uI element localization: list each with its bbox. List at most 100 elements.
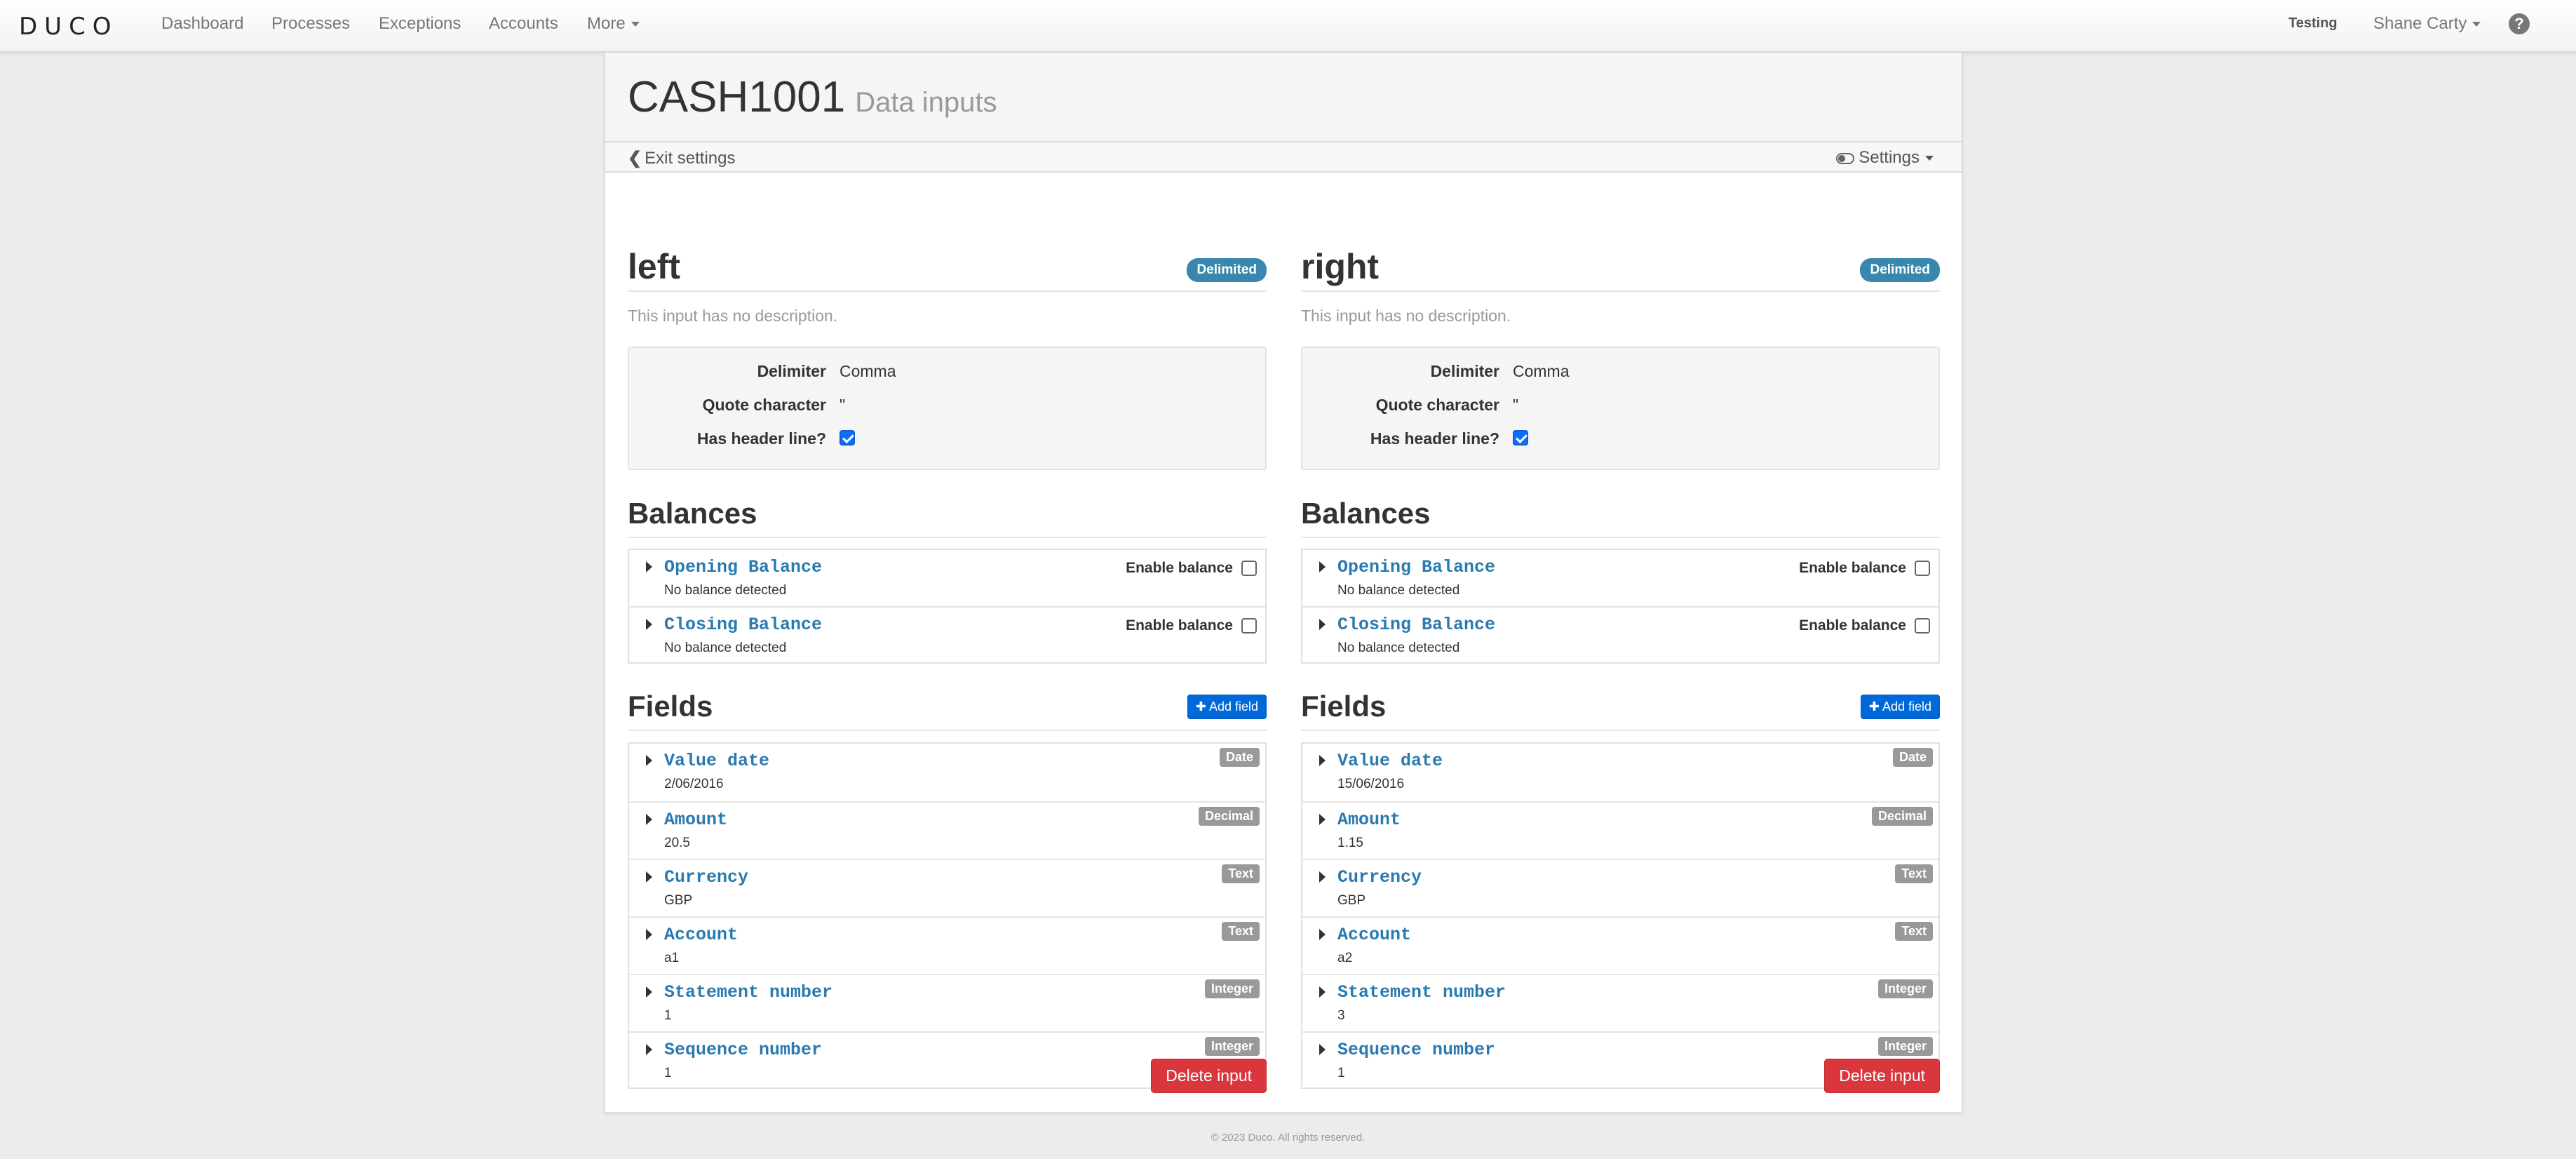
caret-right-icon[interactable] <box>646 561 652 572</box>
caret-right-icon[interactable] <box>1319 929 1326 940</box>
field-type-badge: Integer <box>1204 1037 1260 1056</box>
field-type-badge: Integer <box>1877 979 1933 998</box>
caret-right-icon[interactable] <box>1319 1044 1326 1055</box>
field-sample-value: 1 <box>664 1066 672 1080</box>
list-item[interactable]: Account a1 Text <box>629 916 1265 974</box>
caret-right-icon[interactable] <box>646 814 652 825</box>
field-name[interactable]: Statement number <box>664 982 832 1003</box>
enable-balance-checkbox[interactable] <box>1915 561 1930 576</box>
divider <box>1301 730 1940 731</box>
add-field-label: Add field <box>1882 699 1931 714</box>
caret-right-icon[interactable] <box>646 755 652 766</box>
field-type-badge: Integer <box>1204 979 1260 998</box>
fields-heading: Fields <box>628 690 713 723</box>
page-subtitle: Data inputs <box>855 87 997 118</box>
list-item[interactable]: Closing Balance No balance detected Enab… <box>629 606 1265 662</box>
field-sample-value: 1.15 <box>1337 836 1363 850</box>
delete-input-button[interactable]: Delete input <box>1151 1059 1267 1093</box>
add-field-label: Add field <box>1208 699 1258 714</box>
header-line-checkbox[interactable] <box>839 430 855 445</box>
settings-label: Settings <box>1859 148 1920 167</box>
add-field-button[interactable]: ✚ Add field <box>1860 695 1940 719</box>
field-name[interactable]: Sequence number <box>664 1040 822 1060</box>
header-line-label: Has header line? <box>1370 429 1499 448</box>
caret-down-icon <box>630 22 640 27</box>
format-badge: Delimited <box>1860 258 1940 282</box>
field-name[interactable]: Currency <box>664 867 748 887</box>
field-name[interactable]: Account <box>664 925 738 945</box>
nav-exceptions[interactable]: Exceptions <box>379 14 461 34</box>
nav-processes[interactable]: Processes <box>271 14 350 34</box>
caret-right-icon[interactable] <box>646 929 652 940</box>
list-item[interactable]: Value date 2/06/2016 Date <box>629 744 1265 801</box>
divider <box>628 537 1267 538</box>
caret-right-icon[interactable] <box>1319 755 1326 766</box>
list-item[interactable]: Currency GBP Text <box>629 859 1265 916</box>
list-item[interactable]: Opening Balance No balance detected Enab… <box>629 550 1265 606</box>
toggle-icon <box>1836 153 1855 164</box>
field-name[interactable]: Currency <box>1337 867 1422 887</box>
nav-accounts[interactable]: Accounts <box>489 14 558 34</box>
list-item[interactable]: Closing Balance No balance detected Enab… <box>1302 606 1938 662</box>
footer-copyright: © 2023 Duco. All rights reserved. <box>1211 1132 1365 1144</box>
balances-list: Opening Balance No balance detected Enab… <box>1301 549 1940 664</box>
field-name[interactable]: Value date <box>1337 751 1443 771</box>
field-sample-value: a1 <box>664 951 680 965</box>
list-item[interactable]: Amount 1.15 Decimal <box>1302 801 1938 859</box>
help-icon[interactable]: ? <box>2509 13 2530 34</box>
enable-balance-checkbox[interactable] <box>1241 618 1257 634</box>
settings-dropdown[interactable]: Settings <box>1836 148 1934 168</box>
balance-status: No balance detected <box>1337 641 1460 655</box>
list-item[interactable]: Statement number 3 Integer <box>1302 974 1938 1031</box>
balance-name[interactable]: Closing Balance <box>664 615 822 635</box>
delete-input-button[interactable]: Delete input <box>1824 1059 1940 1093</box>
caret-right-icon[interactable] <box>646 1044 652 1055</box>
enable-balance-checkbox[interactable] <box>1241 561 1257 576</box>
balance-status: No balance detected <box>1337 583 1460 598</box>
field-sample-value: GBP <box>1337 893 1366 908</box>
field-name[interactable]: Statement number <box>1337 982 1506 1003</box>
field-sample-value: 15/06/2016 <box>1337 777 1405 791</box>
caret-right-icon[interactable] <box>1319 871 1326 883</box>
field-name[interactable]: Value date <box>664 751 769 771</box>
field-type-badge: Date <box>1219 748 1260 767</box>
field-type-badge: Text <box>1222 864 1260 883</box>
duco-logo[interactable]: DUCO <box>19 13 119 41</box>
balance-name[interactable]: Opening Balance <box>1337 557 1495 577</box>
quote-value: " <box>839 396 846 414</box>
settings-toolbar: ❮ Exit settings Settings <box>605 141 1962 173</box>
list-item[interactable]: Statement number 1 Integer <box>629 974 1265 1031</box>
field-name[interactable]: Account <box>1337 925 1411 945</box>
divider <box>1301 537 1940 538</box>
balance-name[interactable]: Opening Balance <box>664 557 822 577</box>
enable-balance-checkbox[interactable] <box>1915 618 1930 634</box>
field-name[interactable]: Amount <box>1337 810 1401 830</box>
list-item[interactable]: Currency GBP Text <box>1302 859 1938 916</box>
field-type-badge: Decimal <box>1198 807 1260 826</box>
list-item[interactable]: Amount 20.5 Decimal <box>629 801 1265 859</box>
caret-right-icon[interactable] <box>646 871 652 883</box>
caret-right-icon[interactable] <box>1319 561 1326 572</box>
caret-right-icon[interactable] <box>646 619 652 630</box>
quote-label: Quote character <box>702 396 826 414</box>
field-name[interactable]: Amount <box>664 810 727 830</box>
environment-label: Testing <box>2288 15 2338 31</box>
caret-right-icon[interactable] <box>1319 986 1326 998</box>
divider <box>1301 290 1940 292</box>
balance-name[interactable]: Closing Balance <box>1337 615 1495 635</box>
exit-settings-link[interactable]: ❮ Exit settings <box>628 148 736 168</box>
list-item[interactable]: Account a2 Text <box>1302 916 1938 974</box>
add-field-button[interactable]: ✚ Add field <box>1187 695 1267 719</box>
nav-more-dropdown[interactable]: More <box>587 14 640 34</box>
caret-right-icon[interactable] <box>646 986 652 998</box>
list-item[interactable]: Value date 15/06/2016 Date <box>1302 744 1938 801</box>
caret-down-icon <box>2472 22 2481 27</box>
list-item[interactable]: Opening Balance No balance detected Enab… <box>1302 550 1938 606</box>
header-line-checkbox[interactable] <box>1513 430 1528 445</box>
field-sample-value: GBP <box>664 893 693 908</box>
user-menu-dropdown[interactable]: Shane Carty <box>2373 14 2481 34</box>
nav-dashboard[interactable]: Dashboard <box>161 14 243 34</box>
caret-right-icon[interactable] <box>1319 814 1326 825</box>
caret-right-icon[interactable] <box>1319 619 1326 630</box>
field-name[interactable]: Sequence number <box>1337 1040 1495 1060</box>
